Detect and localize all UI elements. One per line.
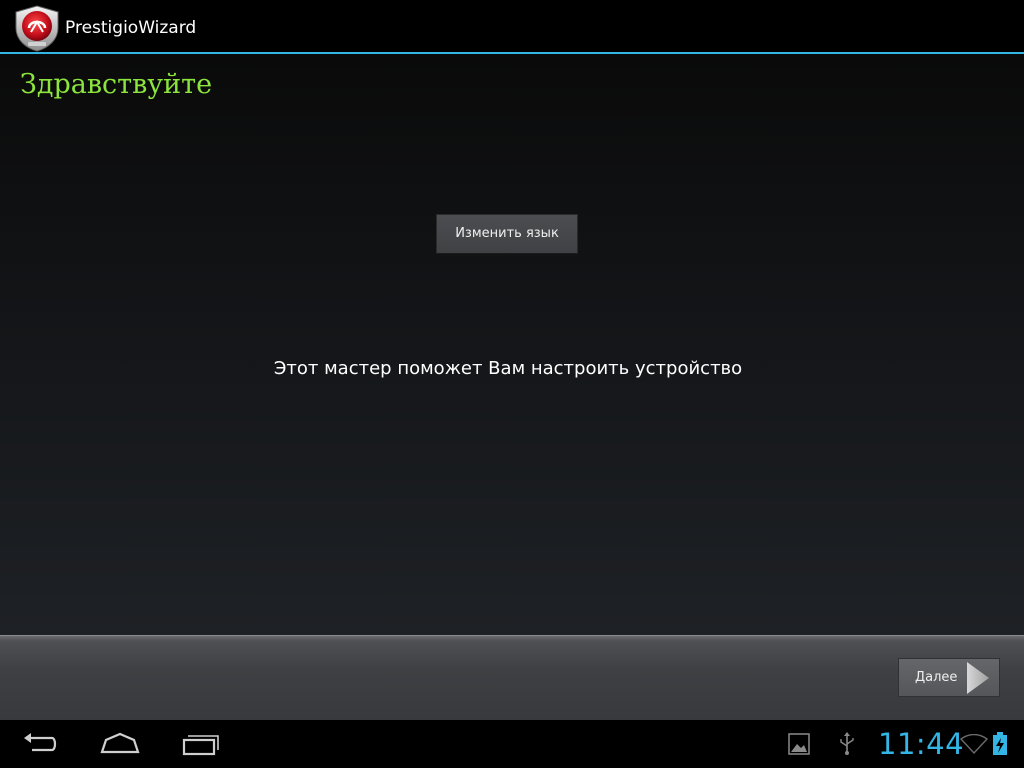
battery-charging-icon — [992, 732, 1008, 760]
change-language-button[interactable]: Изменить язык — [436, 214, 578, 254]
home-icon[interactable] — [100, 728, 140, 760]
action-bar: PrestigioWizard — [0, 0, 1024, 54]
arrow-right-icon — [965, 661, 991, 695]
gallery-notification-icon[interactable] — [788, 732, 810, 760]
wizard-content: Здравствуйте Изменить язык Этот мастер п… — [0, 54, 1024, 635]
wizard-description: Этот мастер поможет Вам настроить устрой… — [273, 358, 743, 379]
back-icon[interactable] — [20, 728, 60, 760]
usb-icon — [838, 732, 856, 760]
clock[interactable]: 11:44 — [878, 726, 964, 762]
prestigio-shield-icon[interactable] — [12, 4, 62, 52]
wifi-icon — [959, 733, 989, 758]
system-bar: 11:44 — [0, 720, 1024, 768]
next-button-label: Далее — [915, 670, 958, 685]
app-title: PrestigioWizard — [65, 18, 197, 38]
recent-apps-icon[interactable] — [180, 728, 220, 760]
bottom-panel: Далее — [0, 635, 1024, 720]
greeting-heading: Здравствуйте — [20, 69, 213, 100]
next-button[interactable]: Далее — [898, 658, 1000, 697]
screen: PrestigioWizard Здравствуйте Изменить яз… — [0, 0, 1024, 768]
